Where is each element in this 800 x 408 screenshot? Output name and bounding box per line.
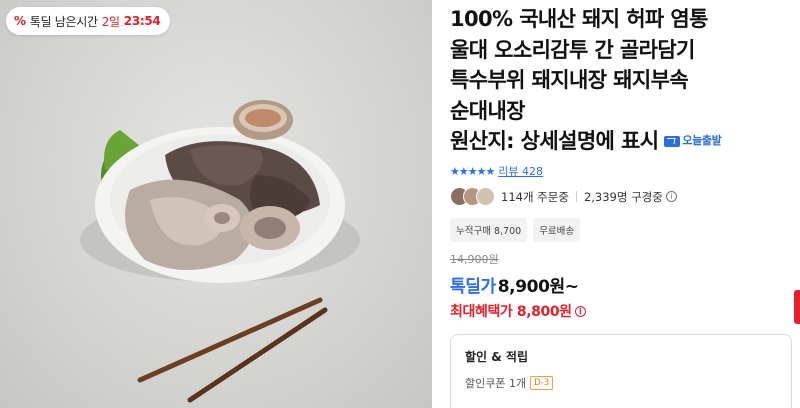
coupon-row: 할인쿠폰 1개 D-3 xyxy=(465,375,777,391)
rating-row: ★★★★★ 리뷰 428 xyxy=(450,163,543,179)
free-shipping-chip: 무료배송 xyxy=(533,218,581,242)
deal-price-label: 톡딜가 xyxy=(450,277,496,297)
today-shipping-label: 오늘출발 xyxy=(682,134,722,147)
divider xyxy=(575,191,577,202)
cumulative-purchase-chip: 누적구매 8,700 xyxy=(450,218,528,242)
deal-timer-time: 23:54 xyxy=(123,14,161,28)
deal-timer-days: 2일 xyxy=(101,14,120,29)
coupon-count: 할인쿠폰 1개 xyxy=(465,377,527,390)
review-count-link[interactable]: 리뷰 428 xyxy=(498,163,543,179)
watchers-count: 2,339명 구경중 xyxy=(583,189,663,204)
info-icon[interactable]: i xyxy=(574,305,586,317)
product-title: 100% 국내산 돼지 허파 염통 울대 오소리감투 간 골라담기 특수부위 돼… xyxy=(450,4,795,157)
original-price: 14,900원 xyxy=(450,253,499,266)
product-image[interactable]: % 톡딜 남은시간 2일 23:54 xyxy=(0,0,432,408)
badge-chips: 누적구매 8,700 무료배송 xyxy=(450,218,581,242)
coupon-dday-badge: D-3 xyxy=(530,376,554,390)
title-line-4: 순대내장 xyxy=(450,98,525,123)
title-line-2: 울대 오소리감투 간 골라담기 xyxy=(450,37,695,62)
today-shipping-badge: 오늘출발 xyxy=(664,126,722,157)
orders-count: 114개 주문중 xyxy=(501,189,569,204)
deal-price-amount: 8,900원~ xyxy=(497,277,579,297)
info-icon[interactable]: i xyxy=(665,191,677,202)
talk-deal-timer-badge: % 톡딜 남은시간 2일 23:54 xyxy=(6,7,171,35)
social-proof-row: 114개 주문중 2,339명 구경중 i xyxy=(450,187,677,206)
deal-timer-label: 톡딜 남은시간 xyxy=(29,14,98,29)
discount-header: 할인 & 적립 xyxy=(465,350,528,364)
max-benefit-price-text: 최대혜택가 8,800원 xyxy=(450,304,572,320)
title-line-3: 특수부위 돼지내장 돼지부속 xyxy=(450,68,689,92)
origin-text: 원산지: 상세설명에 표시 xyxy=(450,129,659,153)
deal-price-row: 톡딜가 8,900원~ xyxy=(450,272,579,297)
product-photo-art xyxy=(80,100,360,403)
buyer-avatars xyxy=(450,187,495,206)
max-benefit-price: 최대혜택가 8,800원 i xyxy=(450,301,586,321)
percent-tag-icon: % xyxy=(14,14,26,28)
discount-reward-box[interactable]: 할인 & 적립 할인쿠폰 1개 D-3 xyxy=(450,334,792,408)
truck-icon xyxy=(664,135,681,147)
star-rating-icon: ★★★★★ xyxy=(450,164,495,178)
avatar xyxy=(476,187,495,206)
product-info-panel: 100% 국내산 돼지 허파 염통 울대 오소리감투 간 골라담기 특수부위 돼… xyxy=(432,0,800,408)
origin-row: 원산지: 상세설명에 표시 오늘출발 xyxy=(450,126,795,157)
title-line-1: 100% 국내산 돼지 허파 염통 xyxy=(450,7,708,31)
floating-side-tab[interactable] xyxy=(794,290,800,324)
